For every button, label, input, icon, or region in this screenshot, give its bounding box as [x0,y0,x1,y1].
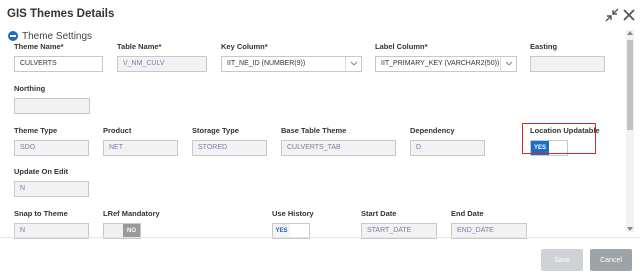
use-history-field: Use History YES [272,209,342,239]
start-date-label: Start Date [361,209,397,218]
storage-type-input[interactable]: STORED [192,140,267,156]
easting-input[interactable] [530,56,605,72]
theme-name-field: Theme Name* CULVERTS [14,42,103,72]
snap-to-theme-field: Snap to Theme N [14,209,89,239]
use-history-label: Use History [272,209,314,218]
dependency-label: Dependency [410,126,455,135]
dialog-title: GIS Themes Details [7,8,115,20]
northing-label: Northing [14,84,46,93]
start-date-field: Start Date START_DATE [361,209,437,239]
update-on-edit-input[interactable]: N [14,181,89,197]
table-name-field: Table Name* V_NM_CULV [117,42,207,72]
vertical-scrollbar[interactable] [626,30,634,232]
collapse-section-icon[interactable] [8,31,18,41]
end-date-field: End Date END_DATE [451,209,527,239]
scroll-thumb[interactable] [627,40,633,130]
label-column-select[interactable]: IIT_PRIMARY_KEY (VARCHAR2(50)) [375,56,517,72]
label-column-field: Label Column* IIT_PRIMARY_KEY (VARCHAR2(… [375,42,517,72]
chevron-down-icon[interactable] [500,57,516,71]
gis-themes-dialog: GIS Themes Details Theme Settings Theme … [0,0,640,276]
save-button[interactable]: Save [541,249,583,271]
label-column-value: IIT_PRIMARY_KEY (VARCHAR2(50)) [381,60,500,67]
update-on-edit-field: Update On Edit N [14,167,89,197]
dependency-input[interactable]: D [410,140,485,156]
snap-to-theme-label: Snap to Theme [14,209,68,218]
toggle-knob [290,224,309,238]
cancel-button[interactable]: Cancel [590,249,632,271]
toggle-no-label: NO [123,224,140,238]
base-table-theme-field: Base Table Theme CULVERTS_TAB [281,126,396,156]
toggle-yes-label: YES [273,224,290,238]
product-label: Product [103,126,132,135]
theme-name-input[interactable]: CULVERTS [14,56,103,72]
section-title: Theme Settings [22,30,93,42]
lref-mandatory-label: LRef Mandatory [103,209,160,218]
scroll-down-icon[interactable] [627,227,633,231]
scroll-up-icon[interactable] [627,31,633,35]
footer-divider [0,237,640,238]
close-icon[interactable] [621,7,637,23]
product-input[interactable]: NET [103,140,178,156]
northing-input[interactable] [14,98,90,114]
storage-type-field: Storage Type STORED [192,126,267,156]
key-column-value: IIT_NE_ID (NUMBER(9)) [227,60,306,67]
easting-label: Easting [530,42,558,51]
end-date-label: End Date [451,209,484,218]
product-field: Product NET [103,126,178,156]
dialog-titlebar: GIS Themes Details [0,0,640,30]
section-header[interactable]: Theme Settings [8,29,92,43]
label-column-label: Label Column* [375,42,428,51]
toggle-knob [104,224,123,238]
chevron-down-icon[interactable] [345,57,361,71]
base-table-theme-label: Base Table Theme [281,126,347,135]
theme-type-field: Theme Type SDO [14,126,89,156]
collapse-icon[interactable] [604,7,620,23]
theme-type-label: Theme Type [14,126,58,135]
key-column-field: Key Column* IIT_NE_ID (NUMBER(9)) [221,42,362,72]
table-name-input[interactable]: V_NM_CULV [117,56,207,72]
highlight-annotation [522,123,596,154]
dependency-field: Dependency D [410,126,485,156]
storage-type-label: Storage Type [192,126,239,135]
theme-name-label: Theme Name* [14,42,64,51]
table-name-label: Table Name* [117,42,162,51]
easting-field: Easting [530,42,605,72]
key-column-select[interactable]: IIT_NE_ID (NUMBER(9)) [221,56,362,72]
northing-field: Northing [14,84,90,114]
base-table-theme-input[interactable]: CULVERTS_TAB [281,140,396,156]
lref-mandatory-field: LRef Mandatory NO [103,209,173,239]
update-on-edit-label: Update On Edit [14,167,69,176]
theme-type-input[interactable]: SDO [14,140,89,156]
key-column-label: Key Column* [221,42,268,51]
